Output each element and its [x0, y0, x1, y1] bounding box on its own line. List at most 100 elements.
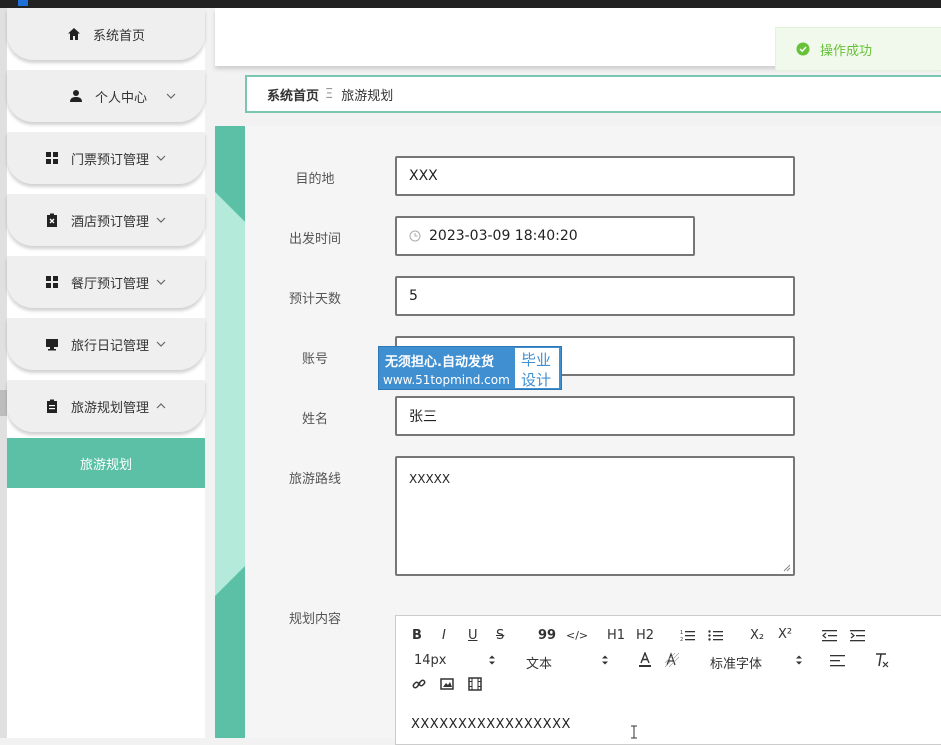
breadcrumb-home[interactable]: 系统首页 [267, 85, 319, 104]
chevron-down-icon [165, 90, 177, 102]
sidebar-item-hotel-booking[interactable]: 酒店预订管理 [7, 194, 205, 246]
clipboard-x-icon [45, 213, 59, 227]
window-title-bar [0, 0, 941, 8]
grid-icon [45, 275, 59, 289]
watermark-right2: 设计 [521, 371, 552, 389]
app-icon [18, 0, 28, 6]
depart-time-picker[interactable]: 2023-03-09 18:40:20 [395, 216, 695, 256]
chevron-down-icon [155, 338, 167, 350]
align-icon[interactable] [830, 654, 846, 668]
sidebar-item-label: 个人中心 [94, 90, 147, 106]
name-input[interactable]: 张三 [395, 396, 795, 436]
depart-time-value: 2023-03-09 18:40:20 [429, 228, 578, 244]
select-arrows-icon [489, 655, 495, 665]
video-icon[interactable] [468, 677, 482, 691]
name-value: 张三 [409, 409, 437, 425]
plan-content-editor[interactable]: B I U S 99 </> H1 H2 12 X₂ X² 14px 文本 标准… [395, 615, 941, 745]
editor-content[interactable]: XXXXXXXXXXXXXXXXX [411, 717, 571, 732]
grid-icon [45, 151, 59, 165]
label-plan-content: 规划内容 [288, 612, 341, 627]
background-color-icon[interactable] [664, 652, 680, 668]
watermark-right: 毕业 设计 [515, 348, 559, 389]
watermark-badge: 无须担心.自动发货 www.51topmind.com 毕业 设计 [378, 346, 562, 390]
subscript-button[interactable]: X₂ [750, 628, 764, 643]
sidebar-item-label: 旅游规划管理 [70, 400, 149, 416]
image-icon[interactable] [440, 677, 454, 691]
label-route: 旅游路线 [288, 472, 341, 487]
sidebar-item-travel-planning[interactable]: 旅游规划管理 [7, 380, 205, 432]
home-icon [67, 27, 81, 41]
submenu-item-label: 旅游规划 [79, 457, 132, 473]
clock-icon [409, 230, 421, 242]
select-arrows-icon [602, 655, 608, 665]
sidebar-item-home[interactable]: 系统首页 [7, 8, 205, 60]
toast-message: 操作成功 [820, 43, 873, 59]
submenu-item-travel-plan[interactable]: 旅游规划 [7, 438, 205, 488]
chevron-down-icon [155, 214, 167, 226]
underline-button[interactable]: U [468, 628, 478, 643]
chevron-down-icon [155, 152, 167, 164]
svg-text:2: 2 [680, 637, 683, 643]
breadcrumb-separator: Ξ [325, 86, 334, 102]
sidebar-item-travel-diary[interactable]: 旅行日记管理 [7, 318, 205, 370]
check-circle-icon [796, 42, 810, 56]
days-input[interactable]: 5 [395, 276, 795, 316]
strike-button[interactable]: S [496, 628, 504, 643]
destination-value: XXX [409, 168, 438, 184]
sidebar-item-ticket-booking[interactable]: 门票预订管理 [7, 132, 205, 184]
breadcrumb-current: 旅游规划 [341, 88, 394, 104]
clipboard-icon [45, 399, 59, 413]
outdent-icon[interactable] [822, 629, 838, 643]
sidebar-item-label: 餐厅预订管理 [70, 276, 149, 292]
route-textarea[interactable]: XXXXX [395, 456, 795, 576]
font-size-select[interactable]: 14px [414, 653, 447, 668]
quote-button[interactable]: 99 [538, 628, 556, 643]
decorative-background [215, 126, 245, 738]
superscript-button[interactable]: X² [778, 627, 792, 642]
chevron-up-icon [155, 400, 167, 412]
sidebar-item-label: 旅行日记管理 [70, 338, 149, 354]
h2-button[interactable]: H2 [636, 628, 654, 643]
clear-format-icon[interactable] [874, 652, 890, 668]
font-color-icon[interactable] [638, 652, 652, 668]
destination-input[interactable]: XXX [395, 156, 795, 196]
svg-text:1: 1 [680, 630, 683, 636]
sidebar-item-label: 系统首页 [92, 28, 145, 44]
label-name: 姓名 [301, 412, 328, 427]
bullet-list-icon[interactable] [708, 629, 724, 643]
label-destination: 目的地 [295, 172, 335, 187]
label-days: 预计天数 [288, 292, 341, 307]
sidebar-item-restaurant-booking[interactable]: 餐厅预订管理 [7, 256, 205, 308]
watermark-line2: www.51topmind.com [383, 373, 510, 387]
sidebar-item-label: 酒店预订管理 [70, 214, 149, 230]
chevron-down-icon [155, 276, 167, 288]
monitor-icon [45, 337, 59, 351]
watermark-left: 无须担心.自动发货 www.51topmind.com [379, 347, 513, 389]
sidebar-item-personal-center[interactable]: 个人中心 [7, 70, 205, 122]
label-account: 账号 [301, 352, 328, 367]
indent-icon[interactable] [850, 629, 866, 643]
user-icon [69, 89, 83, 103]
h1-button[interactable]: H1 [607, 628, 625, 643]
sidebar: 系统首页 个人中心 门票预订管理 酒店预订管理 餐厅预订管理 旅行日记管理 旅游… [7, 8, 205, 738]
bold-button[interactable]: B [412, 628, 422, 643]
resize-handle-icon[interactable] [783, 564, 791, 572]
italic-button[interactable]: I [442, 628, 446, 643]
edge-marker [0, 390, 7, 416]
label-depart-time: 出发时间 [288, 232, 341, 247]
route-value: XXXXX [409, 472, 451, 486]
watermark-line1: 无须担心.自动发货 [385, 355, 494, 370]
font-family-select[interactable]: 标准字体 [710, 653, 762, 672]
select-arrows-icon [796, 655, 802, 665]
days-value: 5 [409, 288, 418, 304]
text-cursor-icon [631, 725, 637, 739]
breadcrumb: 系统首页 Ξ 旅游规划 [245, 75, 941, 113]
window-left-edge [0, 8, 7, 738]
header-select[interactable]: 文本 [526, 653, 552, 672]
sidebar-item-label: 门票预订管理 [70, 152, 149, 168]
link-icon[interactable] [412, 677, 426, 691]
success-toast: 操作成功 [775, 27, 941, 71]
ordered-list-icon[interactable]: 12 [680, 629, 696, 643]
watermark-right1: 毕业 [521, 351, 552, 369]
code-button[interactable]: </> [566, 629, 588, 642]
